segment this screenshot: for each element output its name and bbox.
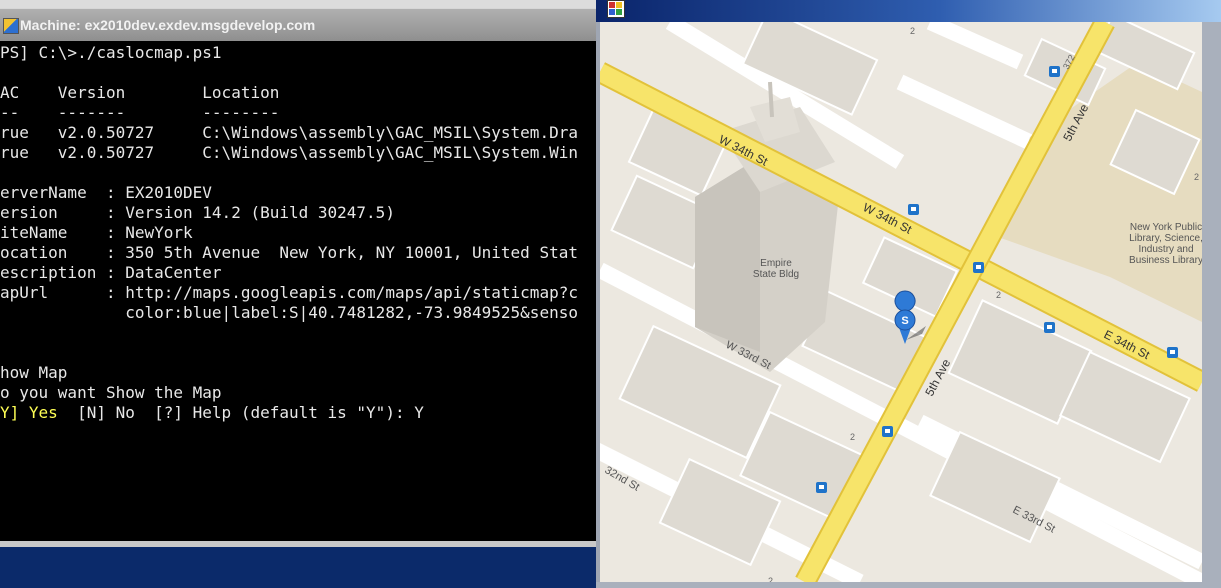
map-title-bar[interactable] [596, 0, 1221, 22]
console-line: o you want Show the Map [0, 383, 222, 402]
map-window: W 34th St W 34th St 5th Ave 5th Ave E 34… [596, 0, 1221, 588]
transit-icon[interactable] [816, 482, 827, 493]
map-drawing: W 34th St W 34th St 5th Ave 5th Ave E 34… [600, 22, 1202, 582]
console-prompt-line[interactable]: Y] Yes [N] No [?] Help (default is "Y"):… [0, 403, 424, 423]
place-label-library-1: New York Public [1130, 222, 1202, 233]
app-icon [607, 0, 625, 18]
place-label-library-4: Business Library [1129, 255, 1202, 266]
address-number: 2 [996, 290, 1001, 300]
console-window-title: Machine: ex2010dev.exdev.msgdevelop.com [20, 17, 316, 33]
place-label-library-2: Library, Science, [1129, 233, 1202, 244]
desktop-background [0, 547, 596, 588]
console-line: how Map [0, 363, 68, 382]
map-window-bottom-border [596, 582, 1221, 588]
marker-label: S [901, 315, 908, 327]
map-window-right-border [1202, 22, 1221, 588]
address-number: 2 [910, 26, 915, 36]
console-line: escription : DataCenter [0, 263, 222, 282]
place-label-library-3: Industry and [1138, 244, 1193, 255]
place-label-empire-1: Empire [760, 258, 792, 269]
console-line: apUrl : http://maps.googleapis.com/maps/… [0, 283, 578, 302]
console-line: color:blue|label:S|40.7481282,-73.984952… [0, 303, 578, 322]
console-line: erverName : EX2010DEV [0, 183, 212, 202]
console-line: iteName : NewYork [0, 223, 193, 242]
address-number: 2 [850, 432, 855, 442]
console-line: -- ------- -------- [0, 103, 280, 122]
console-title-bar[interactable]: Machine: ex2010dev.exdev.msgdevelop.com [0, 8, 600, 42]
console-line: rue v2.0.50727 C:\Windows\assembly\GAC_M… [0, 123, 578, 142]
transit-icon[interactable] [882, 426, 893, 437]
transit-icon[interactable] [908, 204, 919, 215]
place-label-empire-2: State Bldg [753, 269, 799, 280]
map-image[interactable]: W 34th St W 34th St 5th Ave 5th Ave E 34… [600, 22, 1202, 582]
yes-option: Y] Yes [0, 403, 58, 422]
transit-icon[interactable] [973, 262, 984, 273]
transit-icon[interactable] [1049, 66, 1060, 77]
console-output[interactable]: PS] C:\>./caslocmap.ps1 AC Version Locat… [0, 41, 598, 541]
prompt-rest: [N] No [?] Help (default is "Y"): Y [57, 403, 424, 422]
console-line: rue v2.0.50727 C:\Windows\assembly\GAC_M… [0, 143, 578, 162]
transit-icon[interactable] [1044, 322, 1055, 333]
top-strip [0, 0, 600, 8]
console-line: AC Version Location [0, 83, 280, 102]
console-line: ocation : 350 5th Avenue New York, NY 10… [0, 243, 578, 262]
remote-desktop-icon [3, 18, 19, 34]
console-line: PS] C:\>./caslocmap.ps1 [0, 43, 222, 62]
console-line: ersion : Version 14.2 (Build 30247.5) [0, 203, 395, 222]
transit-icon[interactable] [1167, 347, 1178, 358]
powershell-console-window: Machine: ex2010dev.exdev.msgdevelop.com … [0, 0, 600, 588]
address-number: 2 [1194, 172, 1199, 182]
